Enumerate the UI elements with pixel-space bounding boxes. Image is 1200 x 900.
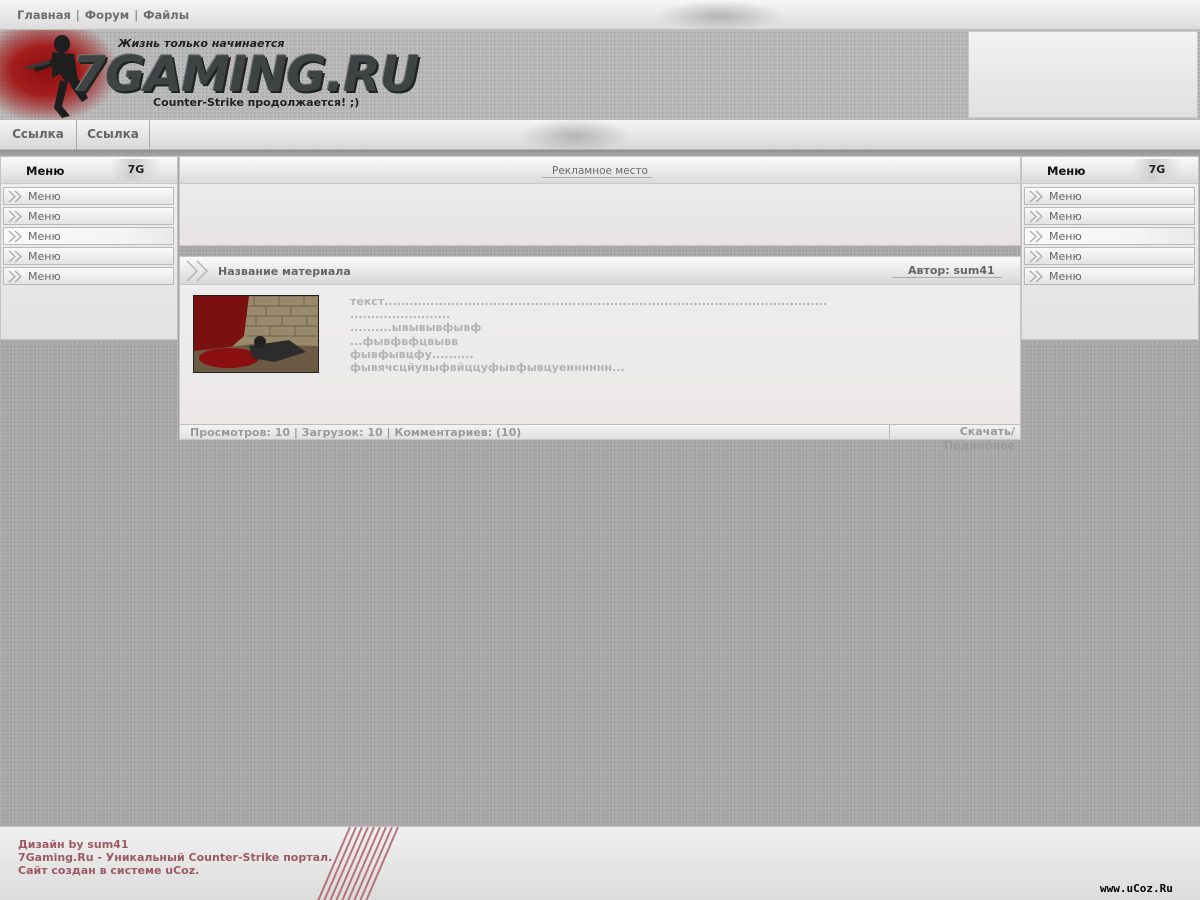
post-body-line: ...фывфвфцвывв: [350, 334, 459, 348]
post-body-line: ..........ывывывфывф: [350, 321, 482, 335]
left-sidebar-title: Меню: [26, 164, 65, 178]
left-menu-item[interactable]: Меню: [3, 207, 174, 225]
ad-label-underline: [542, 177, 652, 178]
top-bar-decoration: [655, 0, 785, 32]
right-menu-item-label: Меню: [1049, 210, 1082, 223]
post-entry: Название материала Автор: sum41 текст...…: [179, 256, 1021, 452]
left-menu-item[interactable]: Меню: [3, 187, 174, 205]
right-menu-item-label: Меню: [1049, 250, 1082, 263]
logo-subtitle: Counter-Strike продолжается! ;): [153, 96, 360, 109]
left-menu-item-label: Меню: [28, 250, 61, 263]
top-nav-separator: |: [134, 8, 139, 22]
post-title[interactable]: Название материала: [218, 265, 351, 278]
double-chevron-icon: [1029, 190, 1043, 203]
double-chevron-icon: [8, 230, 22, 243]
right-sidebar-title: Меню: [1047, 164, 1086, 178]
left-sidebar-header: Меню 7G: [1, 157, 177, 184]
top-nav-home[interactable]: Главная: [17, 8, 71, 22]
top-nav-forum[interactable]: Форум: [85, 8, 129, 22]
left-menu-item-label: Меню: [28, 230, 61, 243]
right-sidebar: Меню 7G Меню Меню Меню Меню Меню: [1021, 156, 1199, 340]
footer-portal-line: 7Gaming.Ru - Уникальный Counter-Strike п…: [18, 851, 333, 864]
left-menu-item-label: Меню: [28, 210, 61, 223]
post-body: текст...................................…: [350, 295, 827, 374]
ad-block: Рекламное место: [179, 156, 1021, 246]
double-chevron-icon: [8, 270, 22, 283]
post-footer: Просмотров: 10 | Загрузок: 10 | Коммента…: [180, 424, 1020, 452]
footer-ucoz-line: Сайт создан в системе uCoz.: [18, 864, 200, 877]
left-menu-item-label: Меню: [28, 270, 61, 283]
footer-credits: Дизайн by sum41 7Gaming.Ru - Уникальный …: [18, 838, 332, 877]
right-menu-item[interactable]: Меню: [1024, 207, 1195, 225]
post-author: Автор: sum41: [908, 264, 995, 277]
double-chevron-icon: [8, 250, 22, 263]
double-chevron-icon: [1029, 210, 1043, 223]
post-thumbnail[interactable]: [193, 295, 319, 373]
post-stats: Просмотров: 10 | Загрузок: 10 | Коммента…: [190, 426, 522, 439]
left-sidebar: Меню 7G Меню Меню Меню Меню Меню: [0, 156, 178, 340]
right-sidebar-header: Меню 7G: [1022, 157, 1198, 184]
site-logo[interactable]: Жизнь только начинается 7GAMING.RU Count…: [0, 30, 420, 120]
page-footer: Дизайн by sum41 7Gaming.Ru - Уникальный …: [0, 826, 1200, 900]
double-chevron-icon: [186, 260, 209, 282]
post-body-line: фывфывцфу..........: [350, 347, 474, 361]
ad-block-header: Рекламное место: [180, 157, 1020, 184]
double-chevron-icon: [1029, 230, 1043, 243]
left-sidebar-tag: 7G: [111, 159, 161, 181]
ucoz-badge[interactable]: www.uCoz.Ru: [1100, 882, 1173, 895]
top-nav: Главная | Форум | Файлы: [17, 8, 189, 22]
left-menu-item[interactable]: Меню: [3, 267, 174, 285]
double-chevron-icon: [1029, 270, 1043, 283]
top-nav-files[interactable]: Файлы: [143, 8, 189, 22]
footer-design-credit: Дизайн by sum41: [18, 838, 129, 851]
right-menu-item[interactable]: Меню: [1024, 227, 1195, 245]
right-menu-item-label: Меню: [1049, 270, 1082, 283]
header-banner-slot: [968, 31, 1198, 118]
ad-label[interactable]: Рекламное место: [180, 165, 1020, 177]
nav-bar-decoration: [520, 118, 630, 154]
nav-link-2[interactable]: Ссылка: [77, 120, 150, 150]
post-author-underline: [892, 277, 1002, 278]
top-nav-separator: |: [75, 8, 80, 22]
left-menu-item[interactable]: Меню: [3, 247, 174, 265]
double-chevron-icon: [1029, 250, 1043, 263]
post-body-line: текст...................................…: [350, 295, 828, 308]
right-menu-item-label: Меню: [1049, 230, 1082, 243]
right-sidebar-tag: 7G: [1132, 159, 1182, 181]
left-menu-item[interactable]: Меню: [3, 227, 174, 245]
double-chevron-icon: [8, 210, 22, 223]
post-body-line: ........................: [350, 308, 451, 322]
left-menu-item-label: Меню: [28, 190, 61, 203]
nav-link-1[interactable]: Ссылка: [0, 120, 77, 150]
right-menu-item-label: Меню: [1049, 190, 1082, 203]
double-chevron-icon: [8, 190, 22, 203]
right-menu-item[interactable]: Меню: [1024, 187, 1195, 205]
right-menu-item[interactable]: Меню: [1024, 247, 1195, 265]
logo-text: 7GAMING.RU: [72, 46, 420, 103]
download-more-link[interactable]: Скачать/Подробнее: [889, 425, 1020, 452]
right-menu-item[interactable]: Меню: [1024, 267, 1195, 285]
post-thumbnail-image: [194, 296, 318, 372]
post-header: Название материала Автор: sum41: [180, 257, 1020, 285]
post-body-line: фывячсцйувыфвйццуфывфывцуенннннн...: [350, 361, 625, 375]
